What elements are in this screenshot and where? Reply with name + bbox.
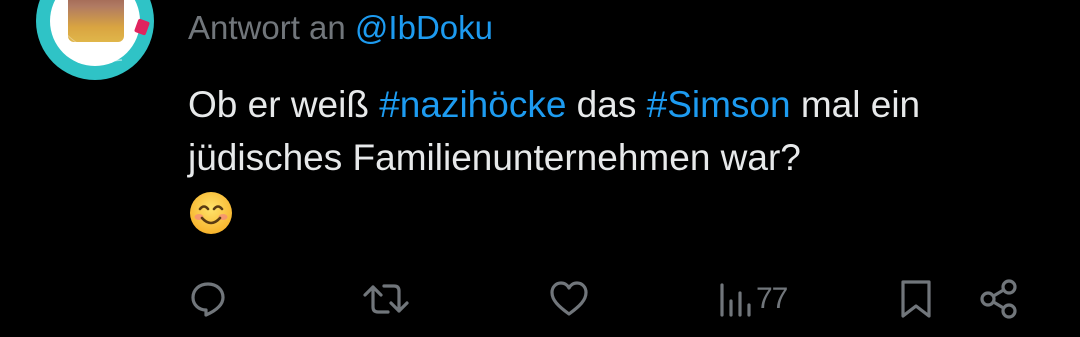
repost-icon xyxy=(363,284,409,314)
post-text: Ob er weiß #nazihöcke das #Simson mal ei… xyxy=(188,78,1048,250)
action-bar: 77 xyxy=(0,276,1080,326)
post-text-segment: das xyxy=(566,84,647,125)
bookmark-icon xyxy=(901,280,931,318)
smiling-face-emoji-icon xyxy=(190,192,232,234)
bookmark-button[interactable] xyxy=(898,276,934,322)
hashtag-link[interactable]: #nazihöcke xyxy=(379,84,566,125)
avatar-badge-ring xyxy=(55,25,127,62)
share-icon xyxy=(980,279,1017,319)
reply-context: Antwort an @IbDoku xyxy=(188,8,493,48)
reply-prefix: Antwort an xyxy=(188,9,346,46)
avatar[interactable] xyxy=(36,0,154,80)
reply-icon xyxy=(191,282,225,317)
repost-button[interactable] xyxy=(362,276,410,322)
views-icon xyxy=(720,283,751,317)
hashtag-link[interactable]: #Simson xyxy=(647,84,791,125)
reply-button[interactable] xyxy=(188,276,228,322)
views-count: 77 xyxy=(756,282,788,315)
like-icon xyxy=(550,281,588,316)
post-text-segment: Ob er weiß xyxy=(188,84,380,125)
views-button[interactable]: 77 xyxy=(718,276,788,322)
share-button[interactable] xyxy=(978,276,1022,322)
like-button[interactable] xyxy=(548,276,590,322)
reply-mention-link[interactable]: @IbDoku xyxy=(355,9,493,46)
tweet[interactable]: Antwort an @IbDoku Ob er weiß #nazihöcke… xyxy=(0,0,1080,337)
